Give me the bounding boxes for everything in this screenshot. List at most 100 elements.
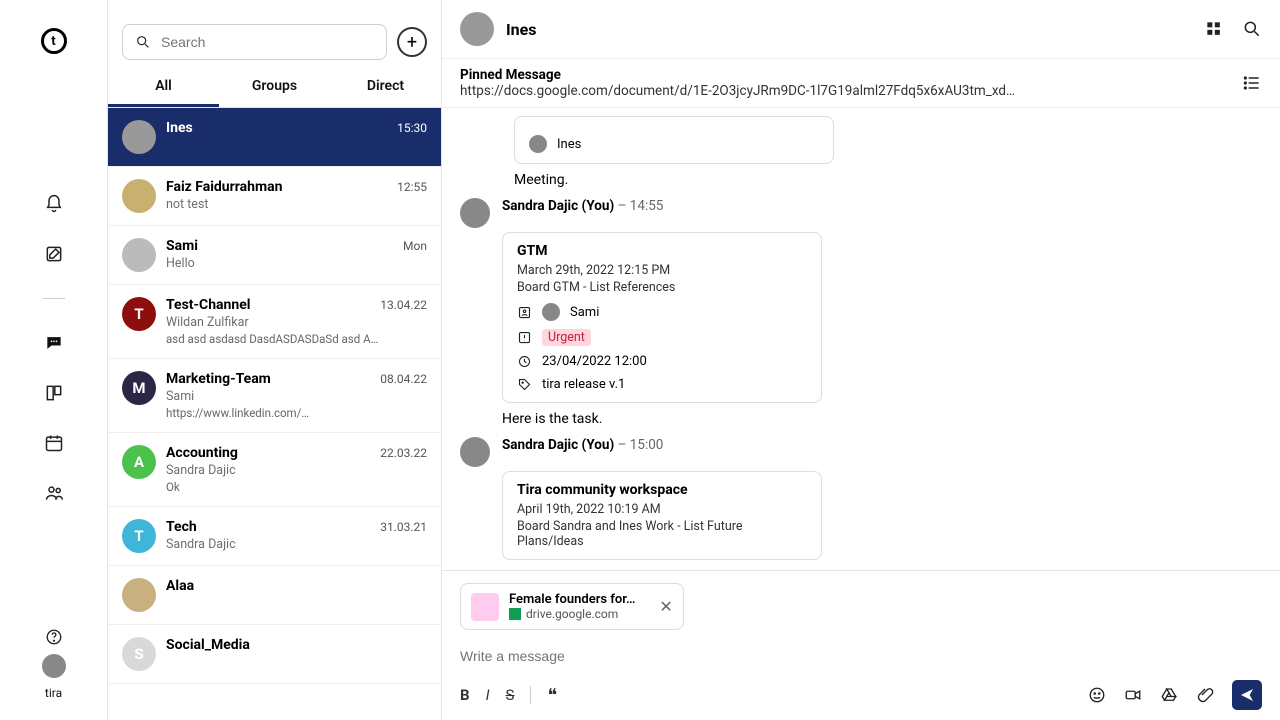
help-icon[interactable]	[45, 628, 63, 646]
person-icon	[517, 305, 532, 320]
chat-item[interactable]: SamiMon Hello	[108, 226, 441, 285]
chat-preview: Sandra Dajic	[166, 463, 427, 478]
search-header-icon[interactable]	[1242, 19, 1262, 39]
search-input[interactable]	[161, 34, 374, 50]
message-input[interactable]	[460, 640, 1262, 680]
assignee: Ines	[557, 137, 581, 152]
rail-divider	[43, 298, 65, 299]
chat-list[interactable]: Ines15:30 Faiz Faidurrahman 12:55 not tes…	[108, 108, 441, 720]
card-date: April 19th, 2022 10:19 AM	[517, 502, 807, 517]
card-board: Board Sandra and Ines Work - List Future…	[517, 519, 807, 549]
list-icon[interactable]	[1242, 73, 1262, 93]
search-box[interactable]	[122, 24, 387, 60]
message: Sandra Dajic (You) – 14:55	[460, 198, 1262, 228]
chat-icon[interactable]	[44, 333, 64, 353]
chat-item[interactable]: Faiz Faidurrahman 12:55 not test	[108, 167, 441, 226]
chat-extra: Ok	[166, 480, 427, 494]
divider	[530, 686, 531, 704]
calendar-icon[interactable]	[44, 433, 64, 453]
chat-item[interactable]: T Tech31.03.21 Sandra Dajic	[108, 507, 441, 566]
chat-tabs: All Groups Direct	[108, 66, 441, 108]
new-chat-button[interactable]: +	[397, 27, 427, 57]
avatar[interactable]	[460, 437, 490, 467]
clock-icon	[517, 354, 532, 369]
attachment-thumb	[471, 593, 499, 621]
rail-nav	[43, 194, 65, 503]
tab-all[interactable]: All	[108, 66, 219, 107]
message-text: Meeting.	[514, 172, 1262, 188]
paperclip-icon[interactable]	[1196, 686, 1214, 704]
chat-time: 08.04.22	[380, 372, 427, 386]
compose-icon[interactable]	[44, 244, 64, 264]
chat-name: Faiz Faidurrahman	[166, 179, 282, 195]
chat-avatar	[122, 238, 156, 272]
avatar[interactable]	[460, 198, 490, 228]
pinned-bar[interactable]: Pinned Message https://docs.google.com/d…	[442, 59, 1280, 108]
card-board: Board GTM - List References	[517, 280, 807, 295]
message-list[interactable]: Ines Meeting. Sandra Dajic (You) – 14:55…	[442, 108, 1280, 570]
workspace-avatar[interactable]	[42, 654, 66, 678]
chat-avatar	[122, 179, 156, 213]
search-icon	[135, 34, 151, 50]
message-author: Sandra Dajic (You)	[502, 198, 614, 214]
chat-avatar: A	[122, 445, 156, 479]
message: Sandra Dajic (You) – 15:00	[460, 437, 1262, 467]
chat-time: 13.04.22	[380, 298, 427, 312]
tab-groups[interactable]: Groups	[219, 66, 330, 107]
attachment-chip[interactable]: Female founders for… drive.google.com ✕	[460, 583, 684, 630]
attachment-source: drive.google.com	[526, 607, 618, 621]
chat-preview: Sandra Dajic	[166, 537, 427, 552]
chat-avatar: M	[122, 371, 156, 405]
pinned-url[interactable]: https://docs.google.com/document/d/1E-2O…	[460, 83, 1020, 99]
remove-attachment-button[interactable]: ✕	[659, 597, 672, 616]
drive-attach-icon[interactable]	[1160, 686, 1178, 704]
chat-avatar	[122, 578, 156, 612]
bell-icon[interactable]	[44, 194, 64, 214]
strike-button[interactable]: S	[506, 686, 515, 704]
chat-avatar: T	[122, 519, 156, 553]
task-card-partial[interactable]: Ines	[514, 116, 834, 164]
left-rail: t tira	[0, 0, 108, 720]
send-button[interactable]	[1232, 680, 1262, 710]
card-date: March 29th, 2022 12:15 PM	[517, 263, 807, 278]
task-card-community[interactable]: Tira community workspace April 19th, 202…	[502, 471, 822, 560]
header-avatar[interactable]	[460, 12, 494, 46]
app-logo[interactable]: t	[41, 28, 67, 54]
chat-name: Marketing-Team	[166, 371, 271, 387]
emoji-icon[interactable]	[1088, 686, 1106, 704]
chat-item[interactable]: M Marketing-Team08.04.22 Sami https://ww…	[108, 359, 441, 433]
chat-name: Social_Media	[166, 637, 250, 653]
message-time: – 14:55	[618, 198, 664, 214]
avatar	[529, 135, 547, 153]
chat-item[interactable]: Alaa	[108, 566, 441, 625]
apps-icon[interactable]	[1204, 19, 1224, 39]
tab-direct[interactable]: Direct	[330, 66, 441, 107]
tag-icon	[517, 377, 532, 392]
chat-time: 12:55	[397, 180, 427, 194]
rail-bottom: tira	[42, 628, 66, 700]
board-icon[interactable]	[44, 383, 64, 403]
chat-item[interactable]: T Test-Channel13.04.22 Wildan Zulfikar a…	[108, 285, 441, 359]
bold-button[interactable]: B	[460, 686, 470, 704]
format-toolbar: B I S ❝	[460, 680, 1262, 710]
attachment-title: Female founders for…	[509, 592, 635, 607]
chat-avatar: S	[122, 637, 156, 671]
content-pane: Ines Pinned Message https://docs.google.…	[442, 0, 1280, 720]
chat-item[interactable]: A Accounting22.03.22 Sandra Dajic Ok	[108, 433, 441, 507]
video-icon[interactable]	[1124, 686, 1142, 704]
chat-preview: not test	[166, 197, 427, 212]
people-icon[interactable]	[44, 483, 64, 503]
chat-preview: Sami	[166, 389, 427, 404]
header-title: Ines	[506, 20, 1192, 39]
chat-item[interactable]: Ines15:30	[108, 108, 441, 167]
workspace-name[interactable]: tira	[45, 686, 62, 700]
quote-button[interactable]: ❝	[547, 685, 557, 706]
card-title: GTM	[517, 243, 807, 259]
chat-name: Accounting	[166, 445, 238, 461]
card-title: Tira community workspace	[517, 482, 807, 498]
message-text: Here is the task.	[502, 411, 1262, 427]
task-card-gtm[interactable]: GTM March 29th, 2022 12:15 PM Board GTM …	[502, 232, 822, 403]
italic-button[interactable]: I	[486, 686, 490, 704]
chat-item[interactable]: S Social_Media	[108, 625, 441, 684]
chat-name: Sami	[166, 238, 198, 254]
